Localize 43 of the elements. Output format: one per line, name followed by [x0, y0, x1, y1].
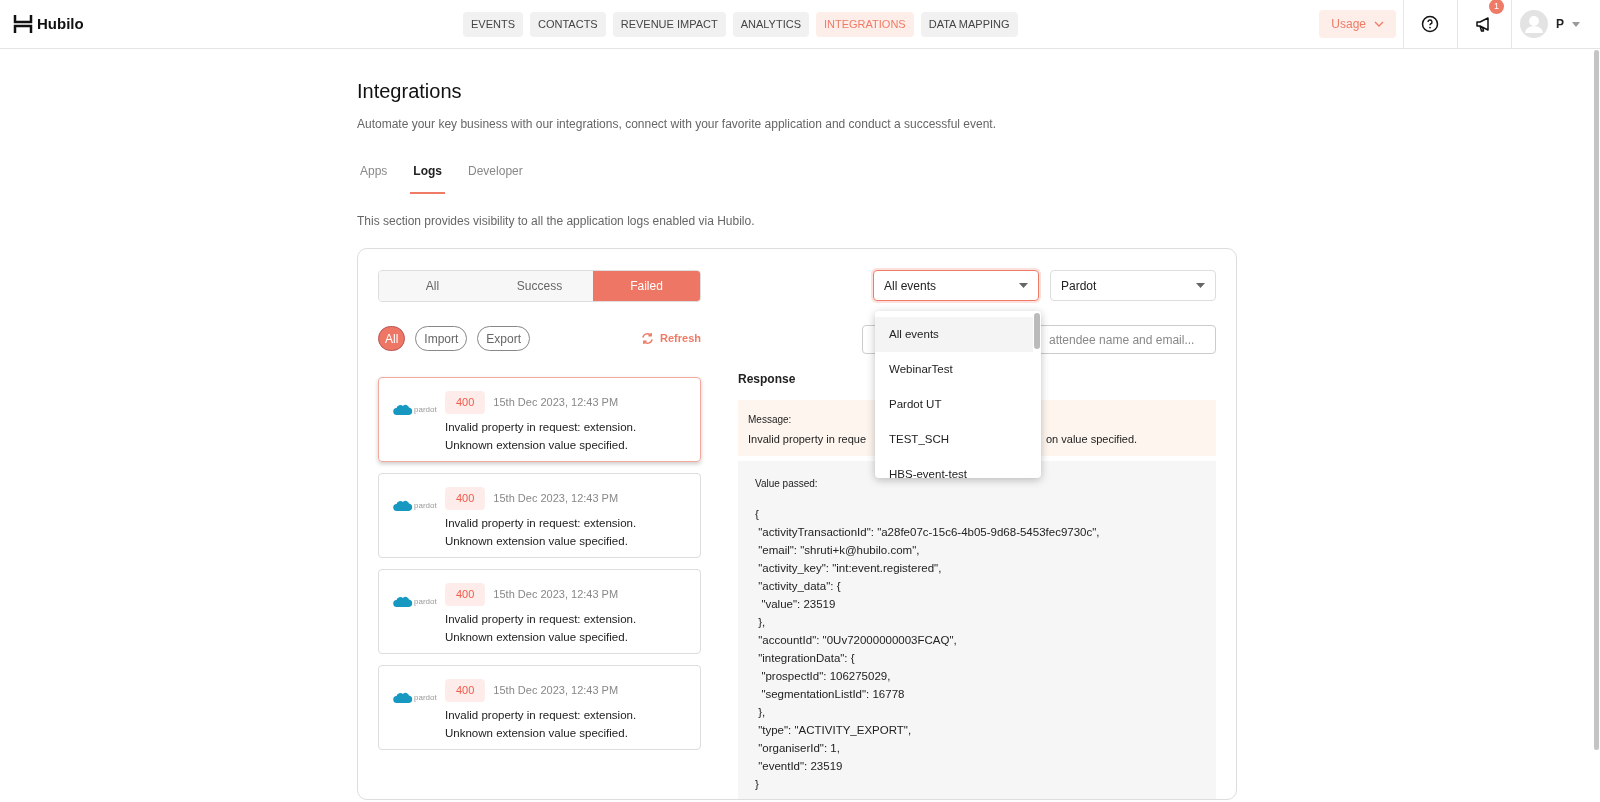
status-code: 400: [445, 583, 486, 606]
code-line: "integrationData": {: [757, 650, 856, 666]
log-message: Invalid property in request: extension. Unknown extension value specified.: [445, 707, 638, 741]
code-line: "activityTransactionId": "a28fe07c-15c6-4b05-9d68-5453fec9730c",: [757, 524, 1101, 540]
user-initial: P: [1556, 16, 1564, 33]
response-label: Response: [738, 371, 797, 388]
message-label: Message:: [748, 413, 793, 427]
notification-badge: 1: [1489, 0, 1504, 14]
pardot-logo: pardot: [393, 691, 443, 704]
code-line: "segmentationListId": 16778: [760, 686, 906, 702]
log-message: Invalid property in request: extension. Unknown extension value specified.: [445, 419, 638, 453]
code-line: "organiserId": 1,: [757, 740, 841, 756]
code-line: "type": "ACTIVITY_EXPORT",: [757, 722, 913, 738]
code-line: "email": "shruti+k@hubilo.com",: [757, 542, 921, 558]
log-time: 15th Dec 2023, 12:43 PM: [493, 395, 619, 410]
value-label: Value passed:: [755, 476, 819, 491]
section-description: This section provides visibility to all the application logs enabled via Hubilo.: [357, 213, 756, 230]
code-line: "activity_data": {: [757, 578, 842, 594]
code-line: "prospectId": 106275029,: [760, 668, 892, 684]
page-title: Integrations: [357, 79, 463, 104]
log-message: Invalid property in request: extension. Unknown extension value specified.: [445, 515, 638, 549]
code-line: "eventId": 23519: [757, 758, 844, 774]
message-text: on value specified.: [1046, 433, 1138, 445]
pardot-logo: pardot: [393, 403, 443, 416]
log-time: 15th Dec 2023, 12:43 PM: [493, 683, 619, 698]
log-time: 15th Dec 2023, 12:43 PM: [493, 491, 619, 506]
code-line: "value": 23519: [760, 596, 837, 612]
log-message: Invalid property in request: extension. Unknown extension value specified.: [445, 611, 638, 645]
status-code: 400: [445, 487, 486, 510]
log-time: 15th Dec 2023, 12:43 PM: [493, 587, 619, 602]
status-code: 400: [445, 679, 486, 702]
logo-text: Hubilo: [37, 13, 84, 34]
code-line: },: [757, 614, 767, 630]
code-line: {: [755, 506, 760, 522]
pardot-logo: pardot: [393, 595, 443, 608]
message-text: Invalid property in reque: [748, 433, 866, 445]
code-line: }: [755, 776, 760, 792]
code-line: },: [757, 704, 767, 720]
status-code: 400: [445, 391, 486, 414]
page-subtitle: Automate your key business with our integrations, connect with your favorite application and conduct a successful event.: [357, 116, 998, 133]
pardot-logo: pardot: [393, 499, 443, 512]
code-line: "activity_key": "int:event.registered",: [757, 560, 943, 576]
code-line: "accountId": "0Uv72000000003FCAQ",: [757, 632, 958, 648]
